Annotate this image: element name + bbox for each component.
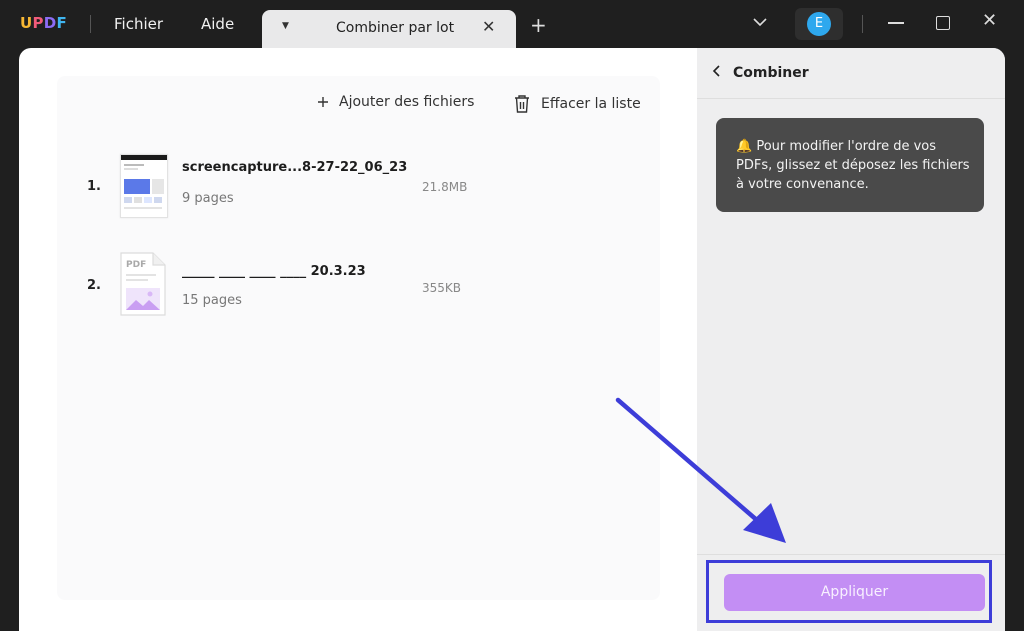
file-size: 355KB xyxy=(422,281,462,295)
close-tab-icon[interactable]: ✕ xyxy=(482,17,495,36)
bell-icon: 🔔 xyxy=(736,139,753,154)
plus-icon xyxy=(318,97,328,107)
file-name: _____ ____ ____ ____ 20.3.23 xyxy=(182,264,366,279)
caret-down-icon[interactable]: ▼ xyxy=(282,21,289,31)
pdf-file-icon: PDF xyxy=(120,252,166,316)
file-pages: 9 pages xyxy=(182,191,234,206)
divider xyxy=(862,15,863,33)
file-index: 1. xyxy=(87,179,101,194)
main-window: Ajouter des fichiers Effacer la liste 1. xyxy=(19,48,1005,631)
menu-help[interactable]: Aide xyxy=(201,15,234,33)
divider xyxy=(697,554,1005,555)
menu-file[interactable]: Fichier xyxy=(114,15,163,33)
maximize-icon[interactable] xyxy=(936,16,950,30)
file-row[interactable]: 1. screencapture...8-27-22_06_23 9 pages xyxy=(57,151,660,221)
avatar[interactable]: E xyxy=(807,12,831,36)
back-chevron-icon[interactable] xyxy=(711,63,721,82)
clear-list-label: Effacer la liste xyxy=(541,96,641,112)
title-bar: UPDF Fichier Aide ▼ Combiner par lot ✕ +… xyxy=(0,0,1024,48)
trash-icon xyxy=(515,95,529,113)
divider xyxy=(90,15,91,33)
tip-box: 🔔 Pour modifier l'ordre de vos PDFs, gli… xyxy=(716,118,984,212)
minimize-icon[interactable] xyxy=(888,22,904,24)
close-window-icon[interactable]: ✕ xyxy=(982,12,997,30)
file-name: screencapture...8-27-22_06_23 xyxy=(182,160,408,175)
tip-text: Pour modifier l'ordre de vos PDFs, gliss… xyxy=(736,139,970,192)
clear-list-button[interactable]: Effacer la liste xyxy=(513,94,641,114)
panel-title: Combiner xyxy=(733,65,809,81)
window-edge xyxy=(0,48,19,631)
new-tab-icon[interactable]: + xyxy=(530,15,547,35)
account-button[interactable]: E xyxy=(795,8,843,40)
add-files-button[interactable]: Ajouter des fichiers xyxy=(317,94,474,110)
file-index: 2. xyxy=(87,278,101,293)
pdf-label: PDF xyxy=(126,260,146,270)
highlight-box: Appliquer xyxy=(706,560,992,623)
chevron-down-icon[interactable] xyxy=(752,14,768,34)
add-files-label: Ajouter des fichiers xyxy=(339,94,475,110)
file-list-panel: Ajouter des fichiers Effacer la liste 1. xyxy=(57,76,660,600)
tab-title: Combiner par lot xyxy=(336,20,455,36)
file-pages: 15 pages xyxy=(182,293,242,308)
updf-logo: UPDF xyxy=(20,14,68,32)
panel-header: Combiner xyxy=(697,48,1005,99)
apply-button[interactable]: Appliquer xyxy=(724,574,985,611)
file-size: 21.8MB xyxy=(422,180,468,194)
combine-panel: Combiner 🔔 Pour modifier l'ordre de vos … xyxy=(697,48,1005,631)
tab-combine[interactable]: ▼ Combiner par lot ✕ xyxy=(262,10,516,48)
file-row[interactable]: 2. PDF _____ ____ ____ ____ 20.3.23 15 p… xyxy=(57,250,660,320)
file-thumbnail xyxy=(120,154,168,218)
